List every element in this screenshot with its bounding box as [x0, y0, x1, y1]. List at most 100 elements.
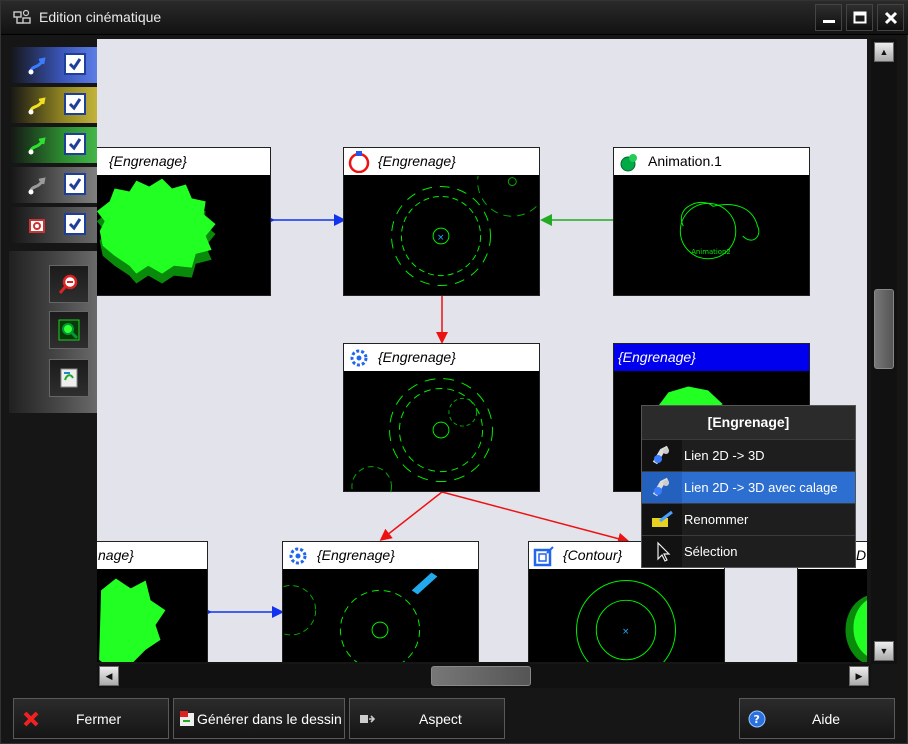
- gear-2d-preview: [351, 378, 493, 493]
- menu-item-label: Lien 2D -> 3D: [684, 448, 765, 463]
- rename-icon: [652, 510, 673, 527]
- node-header: {Engrenage}: [283, 542, 478, 570]
- edge-n4-n7: [379, 491, 443, 541]
- node-title: {Engrenage}: [109, 153, 187, 169]
- kinematic-editor-window: Edition cinématique {Engrenage} {Engrena…: [0, 0, 908, 744]
- zoom-fit-icon: [58, 319, 80, 341]
- scroll-right-button[interactable]: ▶: [849, 666, 869, 686]
- arrow-down-icon: ▼: [879, 646, 889, 656]
- component-icon[interactable]: [27, 216, 47, 236]
- context-menu-title: [Engrenage]: [642, 406, 855, 439]
- node-title: {Engrenage}: [618, 349, 696, 365]
- title-bar: Edition cinématique: [1, 1, 908, 35]
- maximize-button[interactable]: [846, 4, 873, 31]
- minimize-button[interactable]: [815, 4, 842, 31]
- scroll-left-button[interactable]: ◀: [99, 666, 119, 686]
- animation-label: Animation2: [691, 248, 731, 256]
- layer-checkbox-green[interactable]: [64, 133, 86, 155]
- layer-checkbox-yellow[interactable]: [64, 93, 86, 115]
- menu-item-rename[interactable]: Renommer: [642, 503, 855, 535]
- layer-checkbox-blue[interactable]: [64, 53, 86, 75]
- node-title: {Engrenage}: [317, 547, 395, 563]
- node-title: D: [856, 547, 867, 563]
- close-button[interactable]: Fermer: [13, 698, 169, 739]
- node-gear-3d[interactable]: {Engrenage}: [97, 147, 271, 296]
- node-header-selected: {Engrenage}: [614, 344, 809, 372]
- gear-3d-preview: [845, 595, 867, 662]
- gear-2d-preview: ×: [391, 176, 539, 286]
- help-icon: ?: [748, 710, 766, 728]
- animation-icon: [620, 154, 637, 172]
- node-header: nage}: [97, 542, 207, 570]
- curve-arrow-icon[interactable]: [27, 176, 47, 196]
- generate-button-label: Générer dans le dessin: [197, 711, 342, 727]
- zoom-fit-button[interactable]: [49, 311, 89, 349]
- aspect-button[interactable]: Aspect: [349, 698, 505, 739]
- horizontal-scrollbar[interactable]: ◀ ▶: [97, 664, 871, 688]
- export-icon: [60, 368, 78, 388]
- node-title: {Contour}: [563, 547, 623, 563]
- help-button-label: Aide: [812, 711, 841, 727]
- menu-item-label: Renommer: [684, 512, 749, 527]
- layer-checkbox-component[interactable]: [64, 213, 86, 235]
- zoom-button[interactable]: [49, 265, 89, 303]
- zoom-icon: [58, 274, 78, 294]
- checkmark-icon: [68, 218, 82, 231]
- node-gear-3d-bottom[interactable]: nage}: [97, 541, 208, 662]
- close-icon: [23, 711, 39, 727]
- layer-checkbox-gray[interactable]: [64, 173, 86, 195]
- layer-row-component: [9, 207, 97, 243]
- animation-preview: Animation2: [679, 202, 760, 260]
- layer-row-gray: [9, 167, 97, 203]
- checkmark-icon: [68, 138, 82, 151]
- curve-arrow-icon[interactable]: [27, 96, 47, 116]
- menu-item-link-2d-3d-calage[interactable]: Lien 2D -> 3D avec calage: [642, 471, 855, 503]
- svg-text:?: ?: [754, 713, 760, 726]
- cursor-icon: [657, 541, 671, 562]
- node-gear-2d-top[interactable]: {Engrenage} ×: [343, 147, 540, 296]
- curve-arrow-icon[interactable]: [27, 56, 47, 76]
- horizontal-scroll-thumb[interactable]: [431, 666, 531, 686]
- arrow-left-icon: ◀: [105, 670, 113, 681]
- node-animation[interactable]: Animation.1 Animation2: [613, 147, 810, 296]
- scroll-down-button[interactable]: ▼: [874, 641, 894, 661]
- gear-3d-preview: [99, 578, 166, 662]
- vertical-scrollbar[interactable]: ▲ ▼: [871, 39, 897, 664]
- link-icon: [652, 477, 670, 497]
- node-header: {Engrenage}: [344, 344, 539, 372]
- edge-n4-n8: [441, 491, 630, 545]
- node-title: nage}: [98, 547, 134, 563]
- gear-icon: [350, 349, 368, 367]
- node-title: Animation.1: [648, 153, 722, 169]
- contour-preview: ×: [576, 580, 676, 662]
- help-button[interactable]: ? Aide: [739, 698, 895, 739]
- svg-text:×: ×: [622, 627, 629, 637]
- layer-row-blue: [9, 47, 97, 83]
- menu-item-link-2d-3d[interactable]: Lien 2D -> 3D: [642, 439, 855, 471]
- menu-item-selection[interactable]: Sélection: [642, 535, 855, 567]
- export-button[interactable]: [49, 359, 89, 397]
- checkmark-icon: [68, 178, 82, 191]
- node-header: {Engrenage}: [97, 148, 270, 176]
- menu-item-label: Lien 2D -> 3D avec calage: [684, 480, 838, 495]
- node-gear-2d-bottom[interactable]: {Engrenage}: [282, 541, 479, 662]
- vertical-scroll-thumb[interactable]: [874, 289, 894, 369]
- node-gear-2d-middle[interactable]: {Engrenage}: [343, 343, 540, 493]
- diagram-canvas[interactable]: {Engrenage} {Engrenage} × Animation.1 An…: [97, 39, 867, 662]
- close-icon: [884, 11, 897, 24]
- checkmark-icon: [68, 58, 82, 71]
- generate-button[interactable]: Générer dans le dessin: [173, 698, 345, 739]
- node-title: {Engrenage}: [378, 349, 456, 365]
- arrow-up-icon: ▲: [879, 47, 889, 57]
- close-window-button[interactable]: [877, 4, 904, 31]
- rotation-icon: [348, 151, 370, 173]
- layer-row-green: [9, 127, 97, 163]
- node-header: Animation.1: [614, 148, 809, 176]
- link-icon: [652, 445, 670, 465]
- layer-row-yellow: [9, 87, 97, 123]
- scroll-up-button[interactable]: ▲: [874, 42, 894, 62]
- gear-icon: [289, 547, 307, 565]
- minimize-icon: [822, 19, 835, 23]
- generate-icon: [180, 711, 194, 726]
- curve-arrow-icon[interactable]: [27, 136, 47, 156]
